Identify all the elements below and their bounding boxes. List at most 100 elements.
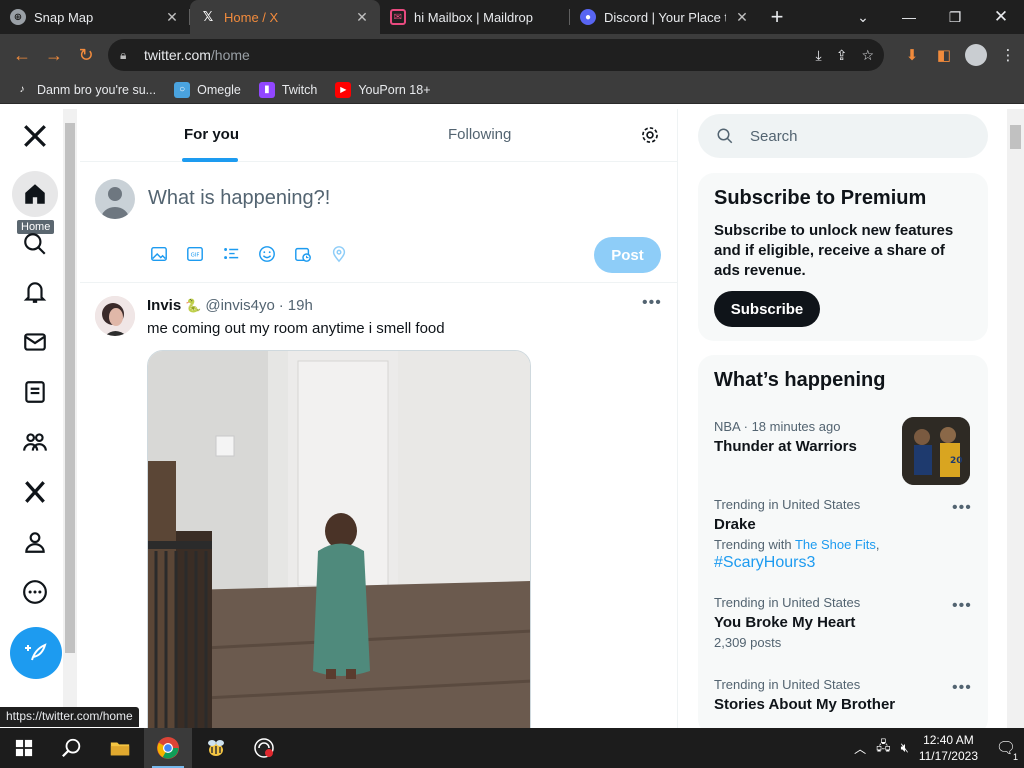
trend-subtext: Trending with The Shoe Fits, xyxy=(714,537,974,552)
network-icon[interactable]: 🖧︎ xyxy=(876,737,891,759)
download-icon[interactable]: ⬇ xyxy=(896,34,928,76)
close-window-button[interactable]: ✕ xyxy=(978,0,1024,34)
minimize-button[interactable]: — xyxy=(886,0,932,34)
profile-icon[interactable] xyxy=(12,519,58,565)
tab-discord[interactable]: ● Discord | Your Place to ✕ xyxy=(570,0,760,34)
tweet-avatar[interactable] xyxy=(95,296,135,336)
address-bar[interactable]: 🔒︎ twitter.com/home ⤓ ⇪ ☆ xyxy=(108,39,884,71)
close-icon[interactable]: ✕ xyxy=(354,9,370,26)
tab-for-you[interactable]: For you xyxy=(184,126,239,143)
close-icon[interactable]: ✕ xyxy=(164,9,180,26)
bookmark-item[interactable]: ♪ Danm bro you're su... xyxy=(14,82,157,98)
notifications-icon[interactable]: 🗨︎ 1 xyxy=(988,738,1024,762)
emoji-icon[interactable] xyxy=(258,245,276,263)
trend-thumbnail[interactable]: 20 xyxy=(902,417,970,485)
trend-link[interactable]: The Shoe Fits xyxy=(795,537,876,552)
trend-meta: Trending in United States xyxy=(714,497,861,512)
gear-icon[interactable] xyxy=(640,125,660,145)
trend-title: You Broke My Heart xyxy=(714,614,856,631)
premium-x-icon[interactable] xyxy=(12,469,58,515)
bee-app-icon[interactable] xyxy=(192,728,240,768)
post-button[interactable]: Post xyxy=(594,237,661,273)
toddler-photo xyxy=(148,351,530,728)
profile-avatar-icon[interactable] xyxy=(960,34,992,76)
bookmark-item[interactable]: ▶ YouPorn 18+ xyxy=(335,81,431,98)
bookmark-star-icon[interactable]: ☆ xyxy=(861,47,874,64)
windows-start-icon[interactable] xyxy=(0,728,48,768)
tweet-handle[interactable]: @invis4yo xyxy=(205,297,274,314)
compose-input[interactable]: What is happening?! xyxy=(148,187,330,210)
lists-icon[interactable] xyxy=(12,369,58,415)
bookmark-item[interactable]: ○ Omegle xyxy=(174,81,241,98)
schedule-icon[interactable] xyxy=(294,245,312,263)
trend-title: Drake xyxy=(714,516,756,533)
install-icon[interactable]: ⤓ xyxy=(816,47,822,64)
premium-text: Subscribe to unlock new features and if … xyxy=(714,222,954,279)
avatar[interactable] xyxy=(95,179,135,219)
tab-home-x[interactable]: 𝕏 Home / X ✕ xyxy=(190,0,380,34)
maildrop-icon: ✉ xyxy=(390,9,406,25)
more-options-icon[interactable] xyxy=(12,569,58,615)
search-nav-icon[interactable] xyxy=(12,221,58,267)
compose-post-button[interactable] xyxy=(10,627,62,679)
chevron-up-icon[interactable]: ︿ xyxy=(854,740,866,757)
messages-envelope-icon[interactable] xyxy=(12,319,58,365)
volume-muted-icon[interactable]: 🔇︎ xyxy=(901,740,909,756)
trend-item[interactable]: Trending in United States You Broke My He… xyxy=(714,595,974,650)
x-logo-icon[interactable] xyxy=(12,113,58,159)
back-button[interactable]: ← xyxy=(6,39,38,71)
home-icon[interactable] xyxy=(12,171,58,217)
feather-plus-icon xyxy=(25,643,47,661)
notifications-bell-icon[interactable] xyxy=(12,269,58,315)
search-icon[interactable] xyxy=(48,728,96,768)
trend-item[interactable]: Trending in United States Drake Trending… xyxy=(714,497,974,572)
premium-title: Subscribe to Premium xyxy=(714,187,927,209)
main-feed: For you Following What is happening?! GI… xyxy=(80,109,678,728)
menu-kebab-icon[interactable]: ⋮ xyxy=(992,34,1024,76)
x-home-page: Home For you Following What is happening… xyxy=(0,109,1024,728)
new-tab-button[interactable]: + xyxy=(760,0,794,34)
discord-icon: ● xyxy=(580,9,596,25)
bookmark-item[interactable]: ▮ Twitch xyxy=(258,81,317,98)
tab-title: Snap Map xyxy=(34,9,94,25)
poll-icon[interactable] xyxy=(222,245,240,263)
feed-tabs: For you Following xyxy=(80,109,678,162)
gif-icon[interactable]: GIF xyxy=(186,245,204,263)
forward-button[interactable]: → xyxy=(38,39,70,71)
close-icon[interactable]: ✕ xyxy=(734,9,750,26)
tweet-author-name[interactable]: Invis xyxy=(147,297,181,314)
restore-button[interactable]: ❐ xyxy=(932,0,978,34)
trend-link[interactable]: #ScaryHours3 xyxy=(714,554,974,572)
location-icon[interactable] xyxy=(330,245,348,263)
trend-meta: Trending in United States xyxy=(714,677,861,692)
more-icon[interactable]: ••• xyxy=(642,294,662,312)
subscribe-button[interactable]: Subscribe xyxy=(714,291,820,327)
left-scrollbar[interactable] xyxy=(63,109,77,709)
chrome-icon[interactable] xyxy=(144,728,192,768)
side-panel-icon[interactable]: ◧ xyxy=(928,34,960,76)
share-icon[interactable]: ⇪ xyxy=(836,47,848,64)
reload-button[interactable]: ↻ xyxy=(70,39,102,71)
trend-item[interactable]: Trending in United States Stories About M… xyxy=(714,677,974,713)
communities-icon[interactable] xyxy=(12,419,58,465)
search-input[interactable]: Search xyxy=(698,114,988,158)
more-icon[interactable]: ••• xyxy=(952,499,972,517)
file-explorer-icon[interactable] xyxy=(96,728,144,768)
tweet-time[interactable]: 19h xyxy=(288,297,313,314)
tab-search-button[interactable]: ⌄ xyxy=(840,0,886,34)
image-icon[interactable] xyxy=(150,245,168,263)
tab-snap-map[interactable]: ⊕ Snap Map ✕ xyxy=(0,0,190,34)
url-domain: twitter.com xyxy=(144,47,211,63)
tab-maildrop[interactable]: ✉ hi Mailbox | Maildrop xyxy=(380,0,570,34)
tweet-media-image[interactable] xyxy=(147,350,531,728)
globe-icon: ⊕ xyxy=(10,9,26,25)
tweet[interactable]: Invis 🐍 @invis4yo · 19h ••• me coming ou… xyxy=(80,284,678,728)
clock[interactable]: 12:40 AM 11/17/2023 xyxy=(919,732,978,764)
url-path: /home xyxy=(210,47,250,63)
twitch-icon: ▮ xyxy=(258,81,275,98)
right-scrollbar[interactable] xyxy=(1007,109,1024,728)
recorder-app-icon[interactable] xyxy=(240,728,288,768)
tab-following[interactable]: Following xyxy=(448,126,511,143)
happening-title: What’s happening xyxy=(714,369,886,391)
tweet-text: me coming out my room anytime i smell fo… xyxy=(147,320,445,337)
